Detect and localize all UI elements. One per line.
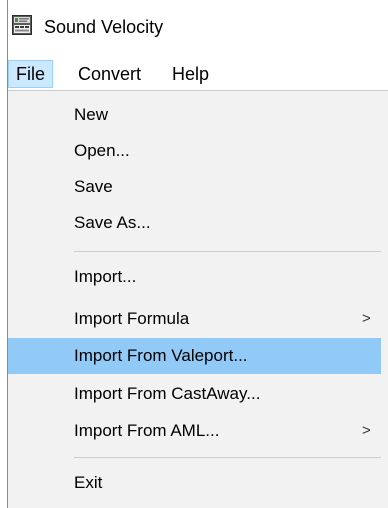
menu-item-label: Open... (74, 141, 130, 160)
submenu-chevron-right-icon: > (362, 422, 371, 439)
menu-help[interactable]: Help (165, 60, 216, 88)
menu-separator (74, 251, 381, 252)
menu-item-save[interactable]: Save (8, 169, 381, 205)
menu-bar: File Convert Help (8, 58, 388, 90)
menu-item-label: Save As... (74, 213, 151, 232)
app-window: Sound Velocity File Convert Help New Ope… (0, 0, 388, 508)
menu-file[interactable]: File (8, 60, 54, 88)
menu-separator (74, 457, 381, 458)
menu-item-label: Import From AML... (74, 421, 220, 440)
menu-item-label: Save (74, 177, 113, 196)
menu-item-import[interactable]: Import... (8, 259, 381, 295)
menu-item-import-formula[interactable]: Import Formula > (8, 301, 381, 337)
menu-item-new[interactable]: New (8, 97, 381, 133)
menu-item-label: New (74, 105, 109, 124)
menu-item-label: Import From CastAway... (74, 384, 261, 403)
menu-convert[interactable]: Convert (71, 60, 148, 88)
file-menu-dropdown: New Open... Save Save As... Import... Im… (8, 90, 388, 508)
menu-item-open[interactable]: Open... (8, 133, 381, 169)
menu-item-label: Import Formula (74, 309, 190, 328)
menu-item-import-from-aml[interactable]: Import From AML... > (8, 413, 381, 449)
submenu-chevron-right-icon: > (362, 310, 371, 327)
title-bar[interactable]: Sound Velocity (8, 0, 388, 58)
window-title: Sound Velocity (44, 17, 164, 37)
menu-item-save-as[interactable]: Save As... (8, 205, 381, 241)
menu-item-import-from-castaway[interactable]: Import From CastAway... (8, 376, 381, 412)
menu-item-exit[interactable]: Exit (8, 465, 381, 501)
menu-item-label: Import From Valeport... (74, 346, 248, 365)
menu-item-label: Import... (74, 267, 137, 286)
menu-item-label: Exit (74, 473, 103, 492)
menu-item-import-from-valeport[interactable]: Import From Valeport... (8, 338, 381, 374)
sound-velocity-app-icon[interactable] (12, 15, 32, 35)
